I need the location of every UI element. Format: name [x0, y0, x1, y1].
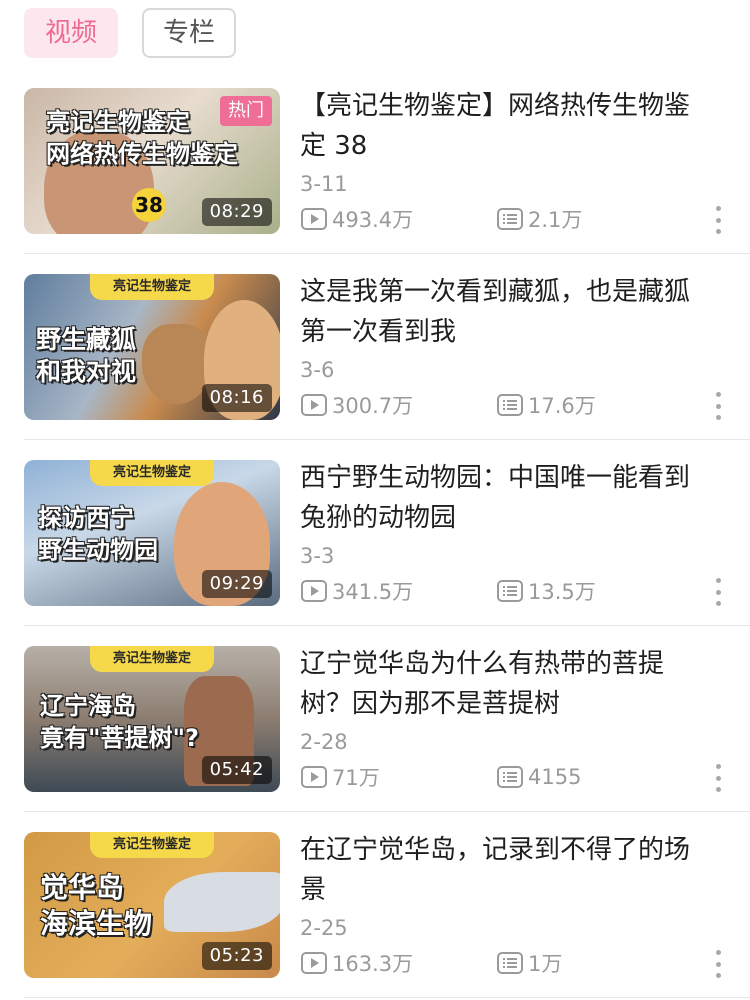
danmaku-count: 2.1万 — [496, 204, 582, 234]
danmaku-count-text: 13.5万 — [528, 580, 596, 604]
video-title[interactable]: 在辽宁觉华岛，记录到不得了的场景 — [300, 830, 710, 910]
thumbnail-caption: 野生藏狐 和我对视 — [36, 325, 137, 386]
thumbnail-caption: 亮记生物鉴定 网络热传生物鉴定 — [46, 108, 238, 168]
danmaku-count: 4155 — [496, 762, 581, 792]
more-vertical-icon[interactable] — [706, 764, 730, 792]
view-count: 163.3万 — [300, 948, 413, 978]
play-count-icon — [301, 952, 327, 974]
series-banner: 亮记生物鉴定 — [90, 460, 214, 486]
danmaku-count-icon — [497, 394, 523, 416]
more-vertical-icon[interactable] — [706, 950, 730, 978]
thumbnail-caption: 觉华岛 海滨生物 — [40, 871, 153, 940]
video-item[interactable]: 亮记生物鉴定 网络热传生物鉴定 热门 38 08:29 【亮记生物鉴定】网络热传… — [0, 68, 750, 254]
tab-video[interactable]: 视频 — [24, 8, 118, 58]
danmaku-count: 1万 — [496, 948, 562, 978]
video-date: 3-3 — [300, 544, 335, 568]
play-count-icon — [301, 580, 327, 602]
video-date: 2-25 — [300, 916, 348, 940]
danmaku-count-text: 4155 — [528, 765, 582, 789]
danmaku-count-icon — [497, 952, 523, 974]
video-duration: 08:29 — [201, 198, 272, 226]
view-count-text: 341.5万 — [332, 580, 414, 604]
video-title[interactable]: 【亮记生物鉴定】网络热传生物鉴定 38 — [300, 86, 710, 166]
series-banner: 亮记生物鉴定 — [90, 646, 214, 672]
video-list: 亮记生物鉴定 网络热传生物鉴定 热门 38 08:29 【亮记生物鉴定】网络热传… — [0, 68, 750, 998]
more-vertical-icon[interactable] — [706, 578, 730, 606]
video-thumbnail[interactable]: 亮记生物鉴定 辽宁海岛 竟有"菩提树"? 05:42 — [24, 646, 280, 792]
video-title[interactable]: 辽宁觉华岛为什么有热带的菩提树？因为那不是菩提树 — [300, 644, 710, 724]
tab-column[interactable]: 专栏 — [142, 8, 236, 58]
video-item[interactable]: 亮记生物鉴定 探访西宁 野生动物园 09:29 西宁野生动物园：中国唯一能看到兔… — [0, 440, 750, 626]
thumbnail-caption: 辽宁海岛 竟有"菩提树"? — [40, 692, 199, 752]
video-thumbnail[interactable]: 亮记生物鉴定 探访西宁 野生动物园 09:29 — [24, 460, 280, 606]
view-count: 71万 — [300, 762, 380, 792]
danmaku-count: 17.6万 — [496, 390, 596, 420]
view-count-text: 493.4万 — [332, 208, 414, 232]
tab-bar: 视频 专栏 — [24, 8, 236, 58]
view-count-text: 163.3万 — [332, 952, 414, 976]
video-date: 3-6 — [300, 358, 335, 382]
series-banner: 亮记生物鉴定 — [90, 274, 214, 300]
danmaku-count: 13.5万 — [496, 576, 596, 606]
play-count-icon — [301, 766, 327, 788]
thumbnail-caption: 探访西宁 野生动物园 — [38, 504, 158, 564]
episode-number-badge: 38 — [132, 188, 166, 222]
more-vertical-icon[interactable] — [706, 392, 730, 420]
danmaku-count-icon — [497, 580, 523, 602]
series-banner: 亮记生物鉴定 — [90, 832, 214, 858]
hot-badge: 热门 — [220, 96, 272, 126]
play-count-icon — [301, 394, 327, 416]
video-item[interactable]: 亮记生物鉴定 野生藏狐 和我对视 08:16 这是我第一次看到藏狐，也是藏狐第一… — [0, 254, 750, 440]
video-duration: 09:29 — [201, 570, 272, 598]
danmaku-count-icon — [497, 766, 523, 788]
video-thumbnail[interactable]: 亮记生物鉴定 网络热传生物鉴定 热门 38 08:29 — [24, 88, 280, 234]
video-title[interactable]: 西宁野生动物园：中国唯一能看到兔狲的动物园 — [300, 458, 710, 538]
video-duration: 05:42 — [201, 756, 272, 784]
video-item[interactable]: 亮记生物鉴定 辽宁海岛 竟有"菩提树"? 05:42 辽宁觉华岛为什么有热带的菩… — [0, 626, 750, 812]
danmaku-count-text: 2.1万 — [528, 208, 583, 232]
video-title[interactable]: 这是我第一次看到藏狐，也是藏狐第一次看到我 — [300, 272, 710, 352]
video-duration: 08:16 — [201, 384, 272, 412]
video-thumbnail[interactable]: 亮记生物鉴定 觉华岛 海滨生物 05:23 — [24, 832, 280, 978]
play-count-icon — [301, 208, 327, 230]
more-vertical-icon[interactable] — [706, 206, 730, 234]
view-count: 300.7万 — [300, 390, 413, 420]
danmaku-count-icon — [497, 208, 523, 230]
view-count: 493.4万 — [300, 204, 413, 234]
view-count-text: 71万 — [332, 766, 380, 790]
danmaku-count-text: 17.6万 — [528, 394, 596, 418]
video-duration: 05:23 — [201, 942, 272, 970]
view-count-text: 300.7万 — [332, 394, 414, 418]
video-date: 3-11 — [300, 172, 348, 196]
video-date: 2-28 — [300, 730, 348, 754]
view-count: 341.5万 — [300, 576, 413, 606]
video-thumbnail[interactable]: 亮记生物鉴定 野生藏狐 和我对视 08:16 — [24, 274, 280, 420]
video-item[interactable]: 亮记生物鉴定 觉华岛 海滨生物 05:23 在辽宁觉华岛，记录到不得了的场景 2… — [0, 812, 750, 998]
danmaku-count-text: 1万 — [528, 952, 563, 976]
